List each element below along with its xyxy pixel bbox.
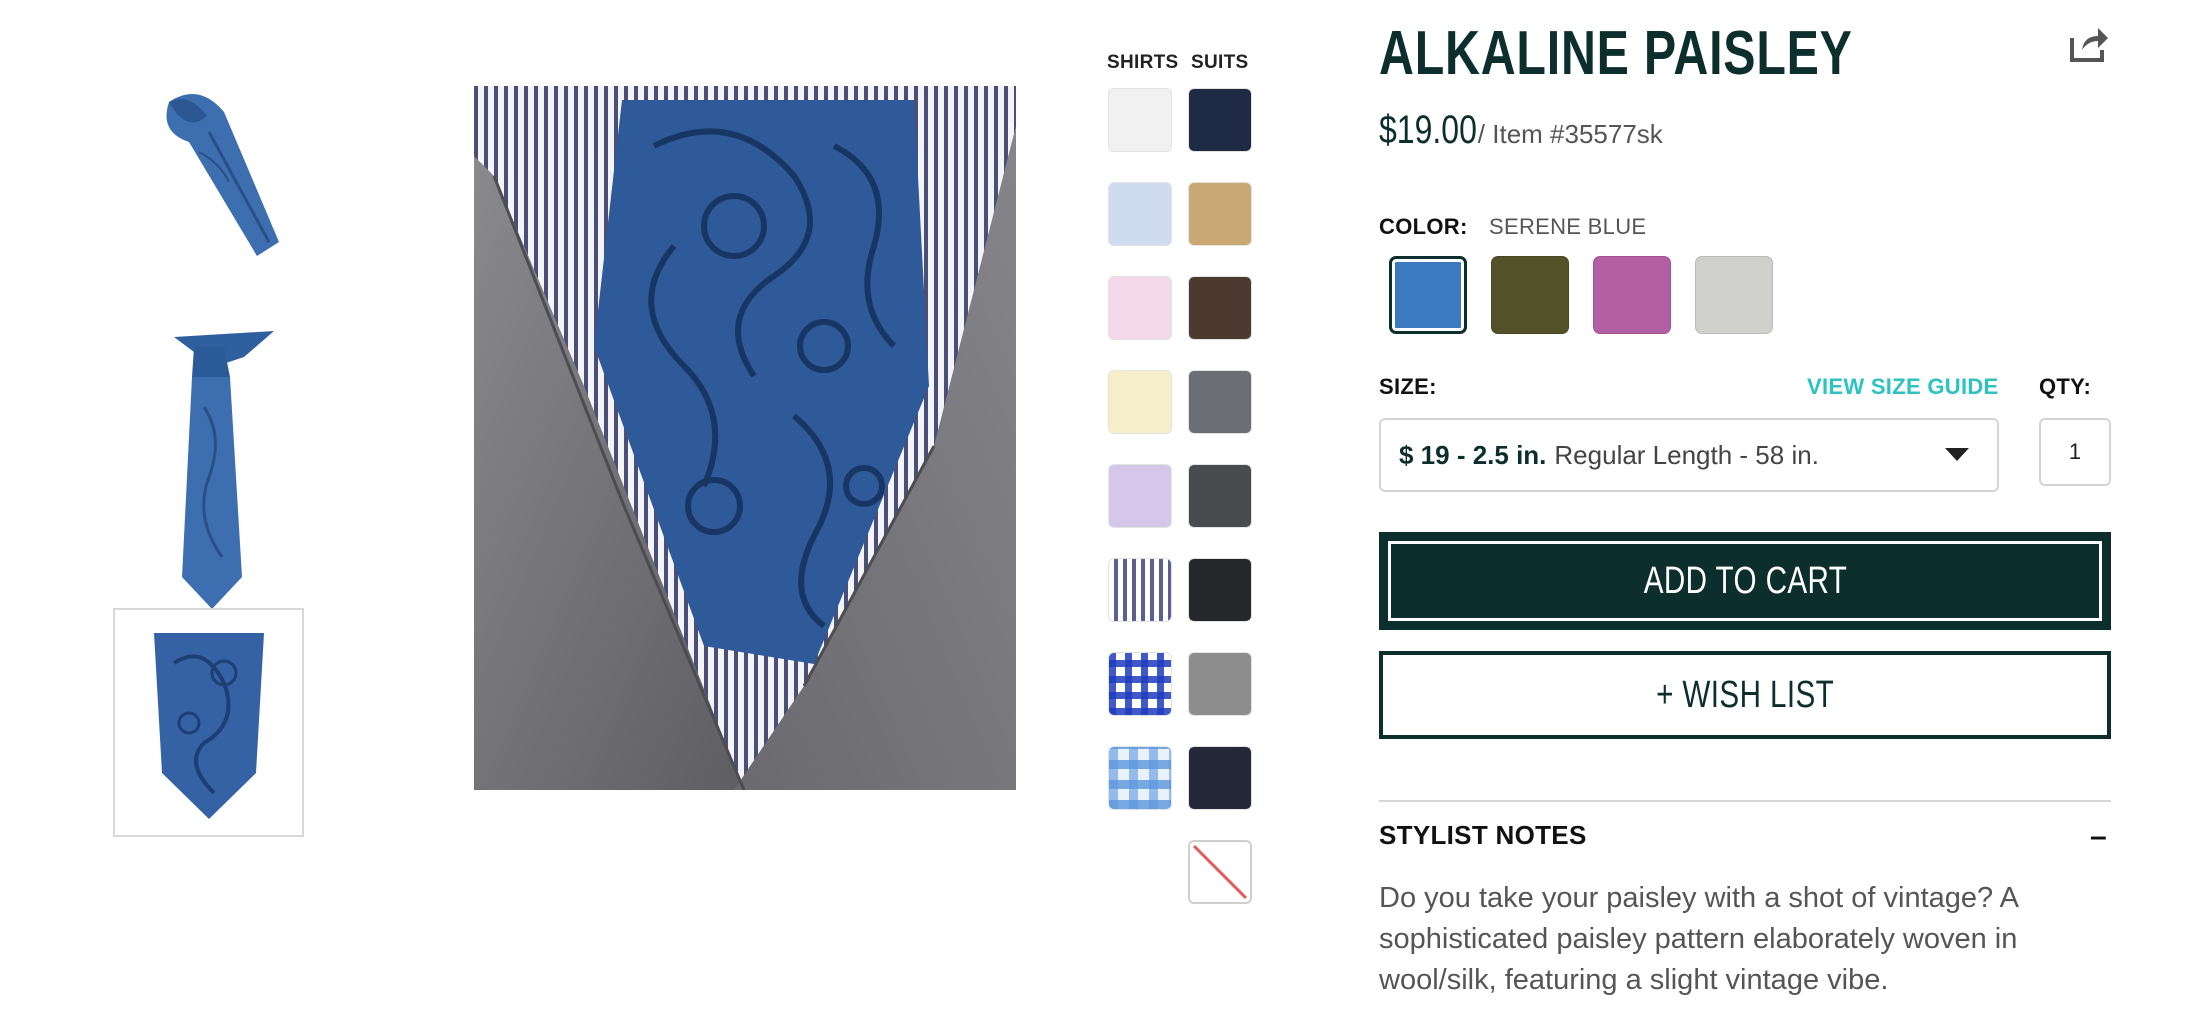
size-label: SIZE: [1379,374,1437,399]
color-label: COLOR: [1379,214,1468,239]
wish-list-button[interactable]: + WISH LIST [1379,651,2111,739]
shirt-swatch[interactable] [1108,88,1172,152]
shirt-swatch[interactable] [1108,652,1172,716]
suit-swatch[interactable] [1188,464,1252,528]
shirt-swatch[interactable] [1108,276,1172,340]
price-row: $19.00 / Item #35577sk [1379,108,1663,153]
no-suit-swatch[interactable] [1188,840,1252,904]
thumbnail-tie-front-selected[interactable] [113,608,304,837]
wish-list-label: + WISH LIST [1655,673,1835,716]
selected-color-name: SERENE BLUE [1489,214,1647,239]
suits-label: SUITS [1191,52,1249,73]
size-price: $ 19 - 2.5 in. [1399,439,1547,470]
add-to-cart-frame: ADD TO CART [1388,541,2102,621]
suit-swatch[interactable] [1188,370,1252,434]
quantity-input[interactable]: 1 [2039,418,2111,486]
shirts-label: SHIRTS [1107,52,1179,73]
item-number: / Item #35577sk [1477,119,1663,149]
stylist-notes-title[interactable]: STYLIST NOTES [1379,820,1587,851]
shirt-swatch[interactable] [1108,182,1172,246]
product-title: ALKALINE PAISLEY [1379,19,1853,88]
add-to-cart-label: ADD TO CART [1643,559,1847,602]
size-guide-link[interactable]: VIEW SIZE GUIDE [1807,374,1999,400]
knotted-tie-image [173,331,274,609]
add-to-cart-button[interactable]: ADD TO CART [1379,532,2111,630]
suit-swatch[interactable] [1188,182,1252,246]
suit-swatch[interactable] [1188,276,1252,340]
size-select[interactable]: $ 19 - 2.5 in. Regular Length - 58 in. [1379,418,1999,492]
shirt-swatch[interactable] [1108,370,1172,434]
collapse-icon[interactable]: – [2090,820,2107,854]
shirt-swatch[interactable] [1108,746,1172,810]
product-price: $19.00 [1379,108,1477,152]
tie-front-image [153,632,264,819]
thumbnail-rolled-tie[interactable] [113,62,304,282]
suit-swatch[interactable] [1188,652,1252,716]
color-swatch[interactable] [1695,256,1773,334]
chevron-down-icon [1945,448,1969,461]
suit-swatch[interactable] [1188,88,1252,152]
stylist-notes-body: Do you take your paisley with a shot of … [1379,882,2018,996]
main-product-image [474,86,1016,790]
rolled-tie-image [166,94,279,256]
shirt-swatch[interactable] [1108,558,1172,622]
suit-swatch[interactable] [1188,558,1252,622]
thumbnail-knotted-tie[interactable] [113,292,304,652]
color-swatch[interactable] [1491,256,1569,334]
suit-swatch[interactable] [1188,746,1252,810]
share-icon[interactable] [2068,24,2110,64]
size-description: Regular Length - 58 in. [1554,439,1819,470]
color-swatch[interactable] [1389,256,1467,334]
shirt-swatch[interactable] [1108,464,1172,528]
qty-label: QTY: [2039,374,2092,399]
color-swatch[interactable] [1593,256,1671,334]
divider [1379,800,2111,802]
